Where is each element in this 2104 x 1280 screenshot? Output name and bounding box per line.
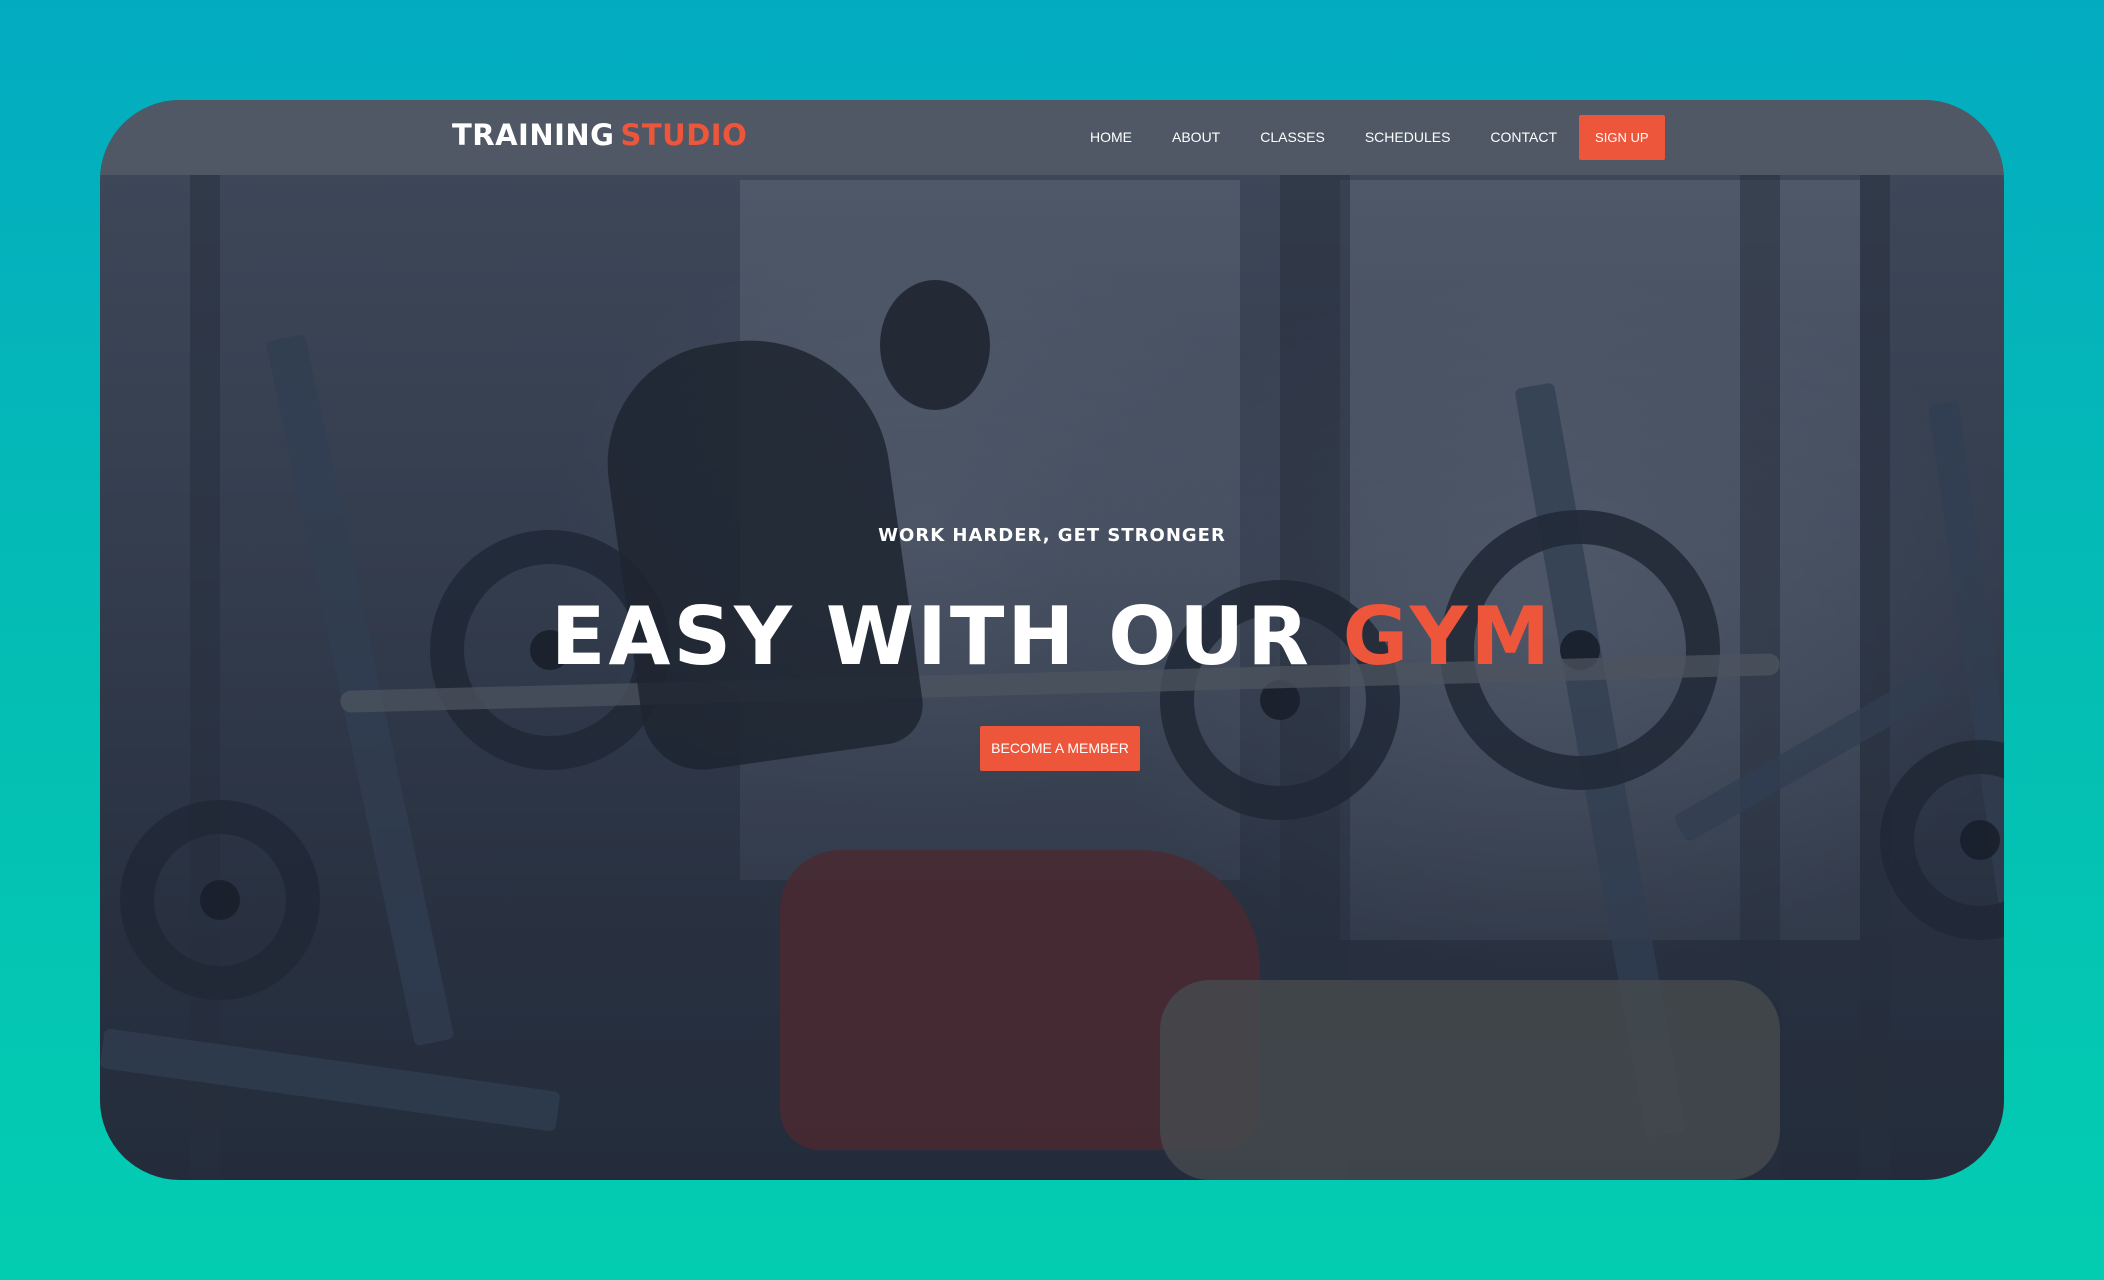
- hero-headline-accent: GYM: [1342, 590, 1554, 683]
- main-nav: HOME ABOUT CLASSES SCHEDULES CONTACT SIG…: [1070, 115, 1665, 160]
- nav-item-about[interactable]: ABOUT: [1152, 115, 1240, 160]
- nav-item-schedules[interactable]: SCHEDULES: [1345, 115, 1471, 160]
- hero-headline-main: EASY WITH OUR: [550, 590, 1312, 683]
- site-logo[interactable]: TRAINING STUDIO: [452, 118, 747, 152]
- top-navbar: TRAINING STUDIO HOME ABOUT CLASSES SCHEDU…: [100, 100, 2004, 175]
- nav-item-home[interactable]: HOME: [1070, 115, 1152, 160]
- browser-frame: TRAINING STUDIO HOME ABOUT CLASSES SCHEDU…: [100, 100, 2004, 1180]
- nav-item-classes[interactable]: CLASSES: [1240, 115, 1345, 160]
- hero-tagline: WORK HARDER, GET STRONGER: [878, 525, 1226, 546]
- nav-item-contact[interactable]: CONTACT: [1470, 115, 1577, 160]
- become-member-button[interactable]: BECOME A MEMBER: [980, 726, 1140, 771]
- logo-text-primary: TRAINING: [452, 118, 615, 152]
- logo-text-accent: STUDIO: [620, 118, 748, 152]
- sign-up-button[interactable]: SIGN UP: [1579, 115, 1665, 160]
- hero-headline: EASY WITH OUR GYM: [100, 590, 2004, 683]
